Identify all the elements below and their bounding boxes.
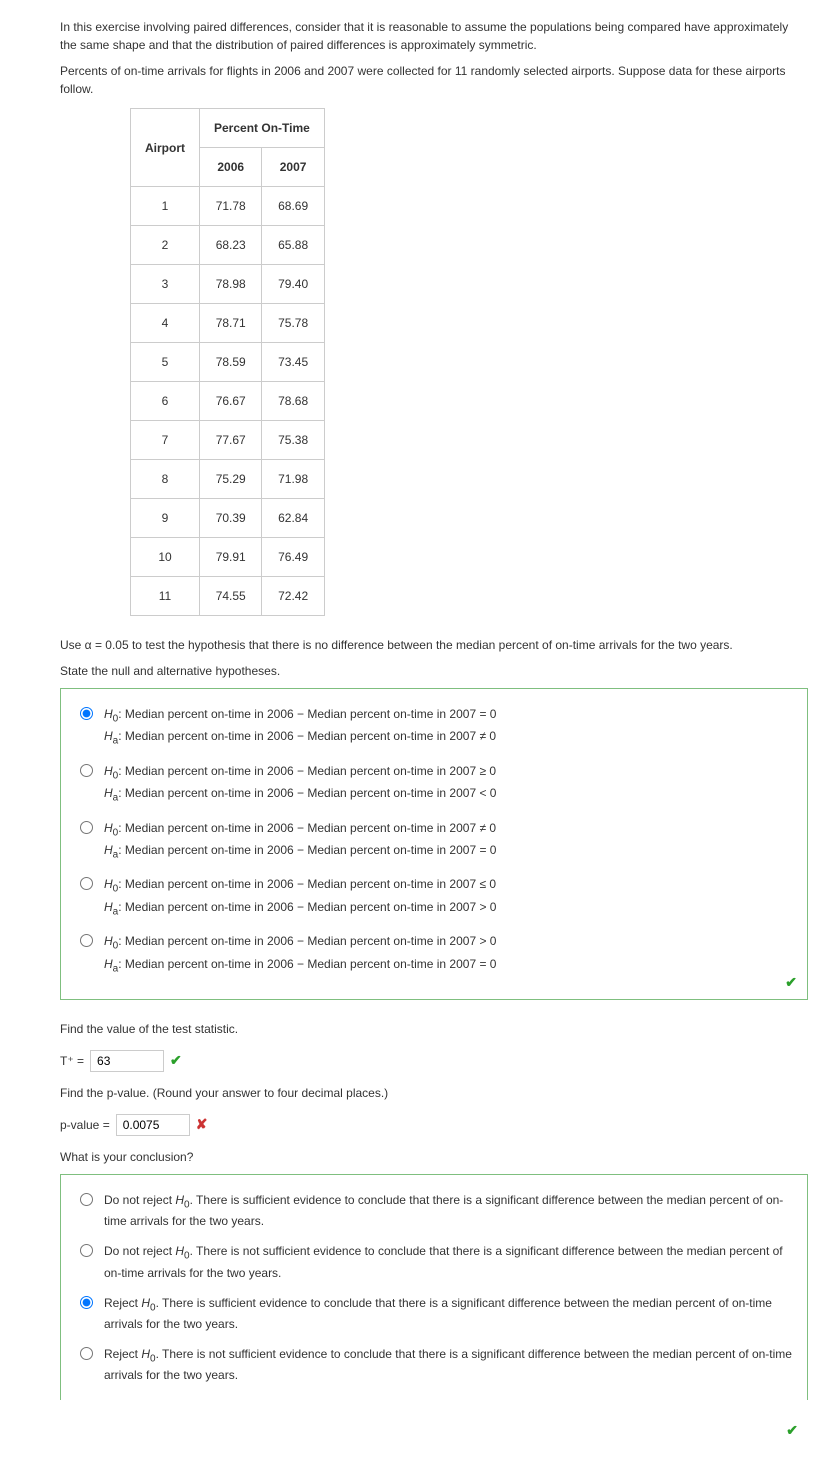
check-icon: ✔	[60, 1420, 808, 1441]
hypothesis-option[interactable]: H0: Median percent on-time in 2006 − Med…	[75, 932, 793, 977]
data-table: Airport Percent On-Time 2006 2007 171.78…	[130, 108, 325, 616]
table-cell: 78.68	[262, 382, 324, 421]
h0-line: H0: Median percent on-time in 2006 − Med…	[104, 932, 793, 954]
intro-paragraph-2: Percents of on-time arrivals for flights…	[60, 62, 808, 98]
table-row: 171.7868.69	[131, 187, 325, 226]
radio-button[interactable]	[80, 934, 93, 947]
test-statistic-input[interactable]	[90, 1050, 164, 1072]
table-cell: 79.91	[200, 538, 262, 577]
radio-button[interactable]	[80, 1244, 93, 1257]
find-test-statistic-prompt: Find the value of the test statistic.	[60, 1020, 808, 1038]
table-cell: 78.59	[200, 343, 262, 382]
conclusion-prompt: What is your conclusion?	[60, 1148, 808, 1166]
table-cell: 68.69	[262, 187, 324, 226]
table-row: 676.6778.68	[131, 382, 325, 421]
find-p-value-prompt: Find the p-value. (Round your answer to …	[60, 1084, 808, 1102]
ha-line: Ha: Median percent on-time in 2006 − Med…	[104, 898, 793, 920]
table-cell: 76.67	[200, 382, 262, 421]
ha-line: Ha: Median percent on-time in 2006 − Med…	[104, 841, 793, 863]
table-cell: 8	[131, 460, 200, 499]
table-cell: 10	[131, 538, 200, 577]
hypothesis-option[interactable]: H0: Median percent on-time in 2006 − Med…	[75, 762, 793, 807]
table-cell: 70.39	[200, 499, 262, 538]
table-cell: 3	[131, 265, 200, 304]
table-cell: 75.29	[200, 460, 262, 499]
h0-line: H0: Median percent on-time in 2006 − Med…	[104, 762, 793, 784]
table-cell: 72.42	[262, 577, 324, 616]
table-cell: 77.67	[200, 421, 262, 460]
table-cell: 65.88	[262, 226, 324, 265]
check-icon: ✔	[785, 972, 797, 993]
table-row: 268.2365.88	[131, 226, 325, 265]
conclusion-option[interactable]: Do not reject H0. There is sufficient ev…	[75, 1191, 793, 1230]
p-value-input[interactable]	[116, 1114, 190, 1136]
conclusion-options: Do not reject H0. There is sufficient ev…	[60, 1174, 808, 1401]
p-value-label: p-value =	[60, 1116, 110, 1134]
table-cell: 73.45	[262, 343, 324, 382]
check-icon: ✔	[170, 1050, 182, 1071]
radio-button[interactable]	[80, 707, 93, 720]
test-statistic-label: T⁺ =	[60, 1052, 84, 1070]
conclusion-text: Reject H0. There is sufficient evidence …	[104, 1294, 793, 1333]
col-percent-ontime: Percent On-Time	[200, 109, 325, 148]
radio-button[interactable]	[80, 1193, 93, 1206]
table-cell: 75.38	[262, 421, 324, 460]
cross-icon: ✘	[196, 1114, 208, 1135]
radio-button[interactable]	[80, 1296, 93, 1309]
table-row: 1079.9176.49	[131, 538, 325, 577]
table-cell: 71.98	[262, 460, 324, 499]
table-cell: 78.98	[200, 265, 262, 304]
table-cell: 9	[131, 499, 200, 538]
conclusion-option[interactable]: Reject H0. There is not sufficient evide…	[75, 1345, 793, 1384]
h0-line: H0: Median percent on-time in 2006 − Med…	[104, 875, 793, 897]
col-2007: 2007	[262, 148, 324, 187]
table-cell: 4	[131, 304, 200, 343]
table-row: 1174.5572.42	[131, 577, 325, 616]
hypothesis-options: H0: Median percent on-time in 2006 − Med…	[60, 688, 808, 1000]
hypothesis-option[interactable]: H0: Median percent on-time in 2006 − Med…	[75, 875, 793, 920]
table-cell: 79.40	[262, 265, 324, 304]
table-row: 970.3962.84	[131, 499, 325, 538]
table-cell: 11	[131, 577, 200, 616]
table-row: 578.5973.45	[131, 343, 325, 382]
table-cell: 76.49	[262, 538, 324, 577]
ha-line: Ha: Median percent on-time in 2006 − Med…	[104, 784, 793, 806]
col-2006: 2006	[200, 148, 262, 187]
table-cell: 62.84	[262, 499, 324, 538]
table-cell: 78.71	[200, 304, 262, 343]
h0-line: H0: Median percent on-time in 2006 − Med…	[104, 819, 793, 841]
alpha-statement: Use α = 0.05 to test the hypothesis that…	[60, 636, 808, 654]
radio-button[interactable]	[80, 764, 93, 777]
state-hypotheses-prompt: State the null and alternative hypothese…	[60, 662, 808, 680]
table-cell: 7	[131, 421, 200, 460]
ha-line: Ha: Median percent on-time in 2006 − Med…	[104, 955, 793, 977]
radio-button[interactable]	[80, 821, 93, 834]
table-row: 478.7175.78	[131, 304, 325, 343]
hypothesis-option[interactable]: H0: Median percent on-time in 2006 − Med…	[75, 705, 793, 750]
table-row: 875.2971.98	[131, 460, 325, 499]
ha-line: Ha: Median percent on-time in 2006 − Med…	[104, 727, 793, 749]
hypothesis-option[interactable]: H0: Median percent on-time in 2006 − Med…	[75, 819, 793, 864]
conclusion-option[interactable]: Reject H0. There is sufficient evidence …	[75, 1294, 793, 1333]
conclusion-text: Reject H0. There is not sufficient evide…	[104, 1345, 793, 1384]
table-cell: 68.23	[200, 226, 262, 265]
table-cell: 5	[131, 343, 200, 382]
col-airport: Airport	[131, 109, 200, 187]
table-cell: 1	[131, 187, 200, 226]
table-row: 777.6775.38	[131, 421, 325, 460]
intro-paragraph-1: In this exercise involving paired differ…	[60, 18, 808, 54]
conclusion-text: Do not reject H0. There is sufficient ev…	[104, 1191, 793, 1230]
table-cell: 71.78	[200, 187, 262, 226]
table-cell: 75.78	[262, 304, 324, 343]
radio-button[interactable]	[80, 1347, 93, 1360]
table-cell: 6	[131, 382, 200, 421]
table-row: 378.9879.40	[131, 265, 325, 304]
conclusion-option[interactable]: Do not reject H0. There is not sufficien…	[75, 1242, 793, 1281]
table-cell: 74.55	[200, 577, 262, 616]
radio-button[interactable]	[80, 877, 93, 890]
conclusion-text: Do not reject H0. There is not sufficien…	[104, 1242, 793, 1281]
h0-line: H0: Median percent on-time in 2006 − Med…	[104, 705, 793, 727]
table-cell: 2	[131, 226, 200, 265]
